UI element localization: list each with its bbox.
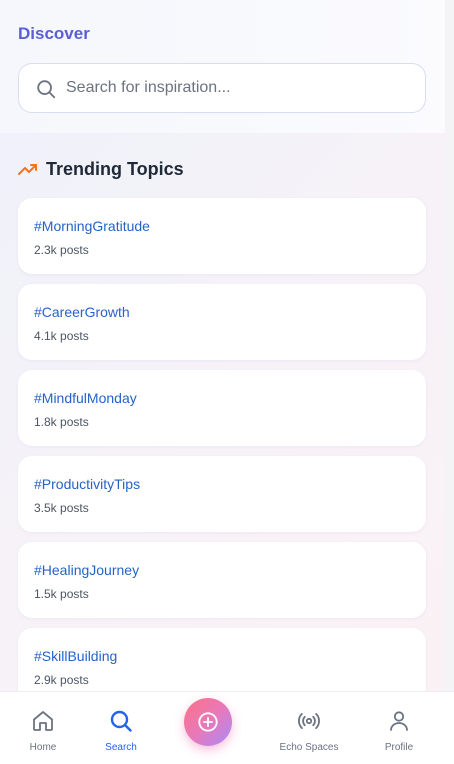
topic-tag[interactable]: #CareerGrowth [34, 304, 426, 320]
plus-circle-icon [198, 712, 218, 732]
topic-tag[interactable]: #ProductivityTips [34, 476, 426, 492]
topic-card[interactable]: #CareerGrowth 4.1k posts [18, 284, 426, 360]
topic-card[interactable]: #ProductivityTips 3.5k posts [18, 456, 426, 532]
topic-card[interactable]: #MindfulMonday 1.8k posts [18, 370, 426, 446]
header: Discover [0, 0, 445, 133]
topic-count: 1.5k posts [34, 587, 89, 601]
topic-count: 3.5k posts [34, 501, 89, 515]
topic-tag[interactable]: #MindfulMonday [34, 390, 426, 406]
nav-item-search[interactable]: Search [81, 692, 161, 764]
topic-tag[interactable]: #MorningGratitude [34, 218, 426, 234]
nav-label-profile: Profile [384, 742, 414, 753]
trending-list: #MorningGratitude 2.3k posts #CareerGrow… [18, 198, 426, 714]
nav-label-echo-spaces: Echo Spaces [279, 742, 339, 753]
broadcast-icon [298, 713, 320, 729]
page-title: Discover [18, 24, 90, 43]
discover-screen: Discover Trending Topics #MorningGratitu… [0, 0, 454, 764]
topic-card[interactable]: #HealingJourney 1.5k posts [18, 542, 426, 618]
nav-label-search: Search [105, 742, 137, 753]
topic-tag[interactable]: #HealingJourney [34, 562, 426, 578]
section-title: Trending Topics [46, 158, 184, 179]
nav-label-home: Home [29, 742, 57, 753]
trending-up-icon [18, 164, 37, 175]
topic-count: 2.9k posts [34, 673, 89, 687]
topic-count: 4.1k posts [34, 329, 89, 343]
trending-header: Trending Topics [18, 156, 184, 182]
create-post-button[interactable] [184, 698, 232, 746]
home-icon [33, 711, 53, 731]
search-input[interactable] [66, 64, 416, 112]
scrollbar-track[interactable] [445, 0, 454, 764]
nav-item-home[interactable]: Home [3, 692, 83, 764]
topic-tag[interactable]: #SkillBuilding [34, 648, 426, 664]
topic-count: 1.8k posts [34, 415, 89, 429]
search-bar[interactable] [18, 63, 426, 113]
nav-item-profile[interactable]: Profile [359, 692, 439, 764]
topic-card[interactable]: #MorningGratitude 2.3k posts [18, 198, 426, 274]
nav-item-echo-spaces[interactable]: Echo Spaces [269, 692, 349, 764]
search-icon [110, 710, 132, 732]
topic-count: 2.3k posts [34, 243, 89, 257]
search-icon [37, 80, 56, 99]
user-icon [390, 711, 408, 731]
